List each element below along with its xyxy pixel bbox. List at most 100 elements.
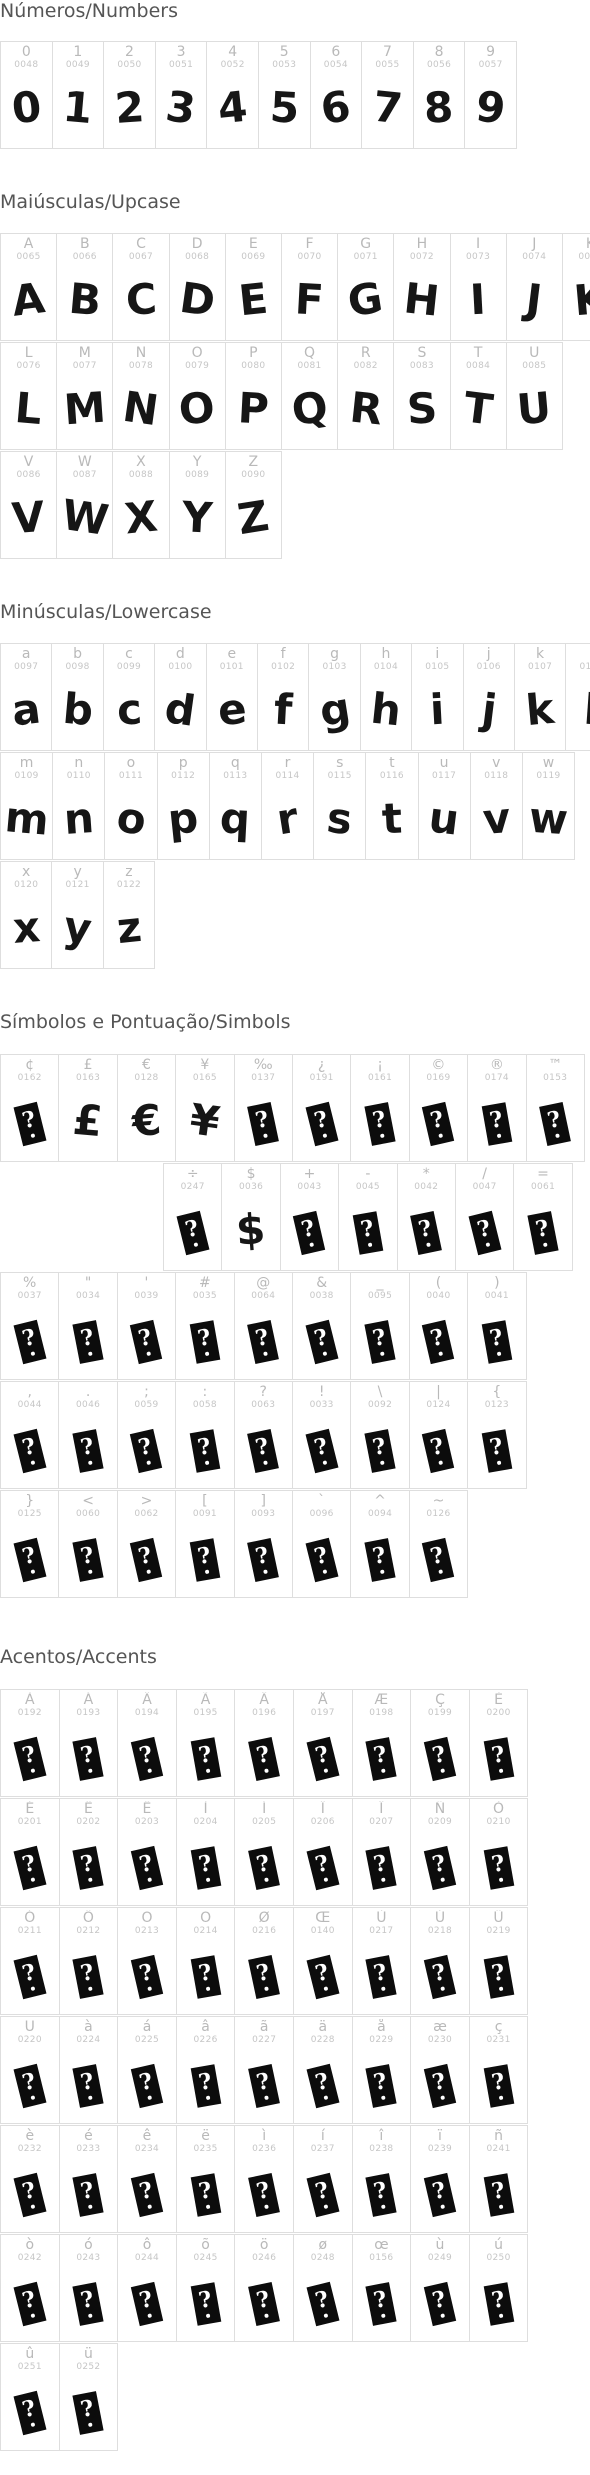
glyph-preview: Y — [170, 480, 225, 556]
rotated-black-card-question-mark-icon — [190, 1846, 221, 1890]
rotated-black-card-question-mark-icon — [364, 1429, 396, 1473]
rotated-black-card-question-mark-icon — [306, 1845, 340, 1891]
character-label: ¢ — [25, 1057, 35, 1073]
glyph-cell: ê 0234 — [117, 2125, 177, 2233]
character-code: 0061 — [530, 1182, 556, 1192]
glyph-cell: z 0122 z — [102, 861, 156, 969]
glyph-sample: j — [478, 684, 499, 735]
character-label: { — [492, 1384, 502, 1400]
character-label: m — [19, 755, 34, 771]
character-code: 0118 — [484, 771, 509, 781]
rotated-black-card-question-mark-icon — [72, 2064, 104, 2108]
glyph-cell: 3 0051 3 — [154, 41, 208, 149]
glyph-preview — [60, 2045, 118, 2121]
rotated-black-card-question-mark-icon — [365, 1955, 397, 1999]
rotated-black-card-question-mark-icon — [72, 1538, 104, 1582]
rotated-black-card-question-mark-icon — [365, 2064, 397, 2108]
character-label: Û — [493, 1910, 504, 1926]
character-code: 0073 — [466, 252, 491, 262]
glyph-cell: \ 0092 — [350, 1381, 410, 1489]
character-label: - — [365, 1166, 371, 1182]
rotated-black-card-question-mark-icon — [72, 1429, 104, 1473]
rotated-black-card-question-mark-icon — [422, 1101, 455, 1147]
glyph-preview — [1, 1519, 58, 1595]
glyph-preview — [411, 1827, 469, 1903]
glyph-preview — [353, 1936, 411, 2012]
glyph-sample: 7 — [370, 81, 405, 134]
character-code: 0217 — [369, 1926, 394, 1936]
rotated-black-card-question-mark-icon — [527, 1211, 559, 1255]
glyph-cell: ) 0041 — [467, 1272, 527, 1380]
glyph-sample: $ — [234, 1204, 268, 1255]
glyph-preview: L — [1, 371, 56, 447]
character-label: Ö — [200, 1910, 212, 1926]
glyph-sample: J — [523, 274, 546, 325]
glyph-sample: z — [114, 901, 144, 954]
glyph-preview — [60, 1827, 118, 1903]
glyph-preview — [235, 1936, 293, 2012]
character-code: 0069 — [241, 252, 266, 262]
character-label: ¿ — [317, 1057, 326, 1073]
character-label: + — [303, 1166, 316, 1182]
rotated-black-card-question-mark-icon — [247, 1428, 280, 1474]
character-code: 0064 — [251, 1291, 276, 1301]
character-code: 0070 — [297, 252, 322, 262]
glyph-sample: Y — [180, 492, 214, 543]
glyph-cell: Ú 0218 — [410, 1907, 470, 2015]
character-code: 0214 — [193, 1926, 218, 1936]
glyph-cell: n 0110 n — [52, 752, 106, 860]
character-code: 0191 — [309, 1073, 334, 1083]
glyph-preview: m — [1, 781, 52, 857]
character-code: 0048 — [14, 60, 39, 70]
character-label: = — [537, 1166, 549, 1182]
glyph-cell: ø 0248 — [292, 2234, 353, 2342]
character-label: P — [249, 345, 258, 361]
rotated-black-card-question-mark-icon — [248, 2281, 281, 2327]
character-code: 0050 — [117, 60, 142, 70]
glyph-row: %0037"0034'0039#0035@0064&0038_0095(0040… — [0, 1272, 527, 1380]
rotated-black-card-question-mark-icon — [130, 2281, 164, 2327]
character-label: á — [142, 2019, 152, 2035]
glyph-cell: N 0078 N — [112, 342, 170, 450]
glyph-cell: Ø 0216 — [234, 1907, 294, 2015]
character-code: 0233 — [76, 2144, 101, 2154]
character-code: 0060 — [76, 1509, 101, 1519]
character-label: V — [23, 454, 34, 470]
character-label: * — [422, 1166, 430, 1182]
character-code: 0095 — [367, 1291, 393, 1301]
glyph-preview — [353, 2154, 411, 2230]
glyph-preview: q — [210, 781, 261, 857]
glyph-sample: I — [468, 274, 488, 325]
glyph-cell: È 0200 — [468, 1689, 529, 1797]
glyph-preview: 9 — [465, 70, 516, 146]
character-label: ó — [84, 2237, 93, 2253]
glyph-cell: h 0104 h — [359, 643, 413, 751]
glyph-preview — [1, 2154, 59, 2230]
character-code: 0043 — [297, 1182, 322, 1192]
glyph-sample: A — [9, 273, 48, 326]
glyph-preview: r — [262, 781, 313, 857]
glyph-preview — [470, 1936, 528, 2012]
character-code: 0226 — [193, 2035, 218, 2045]
rotated-black-card-question-mark-icon — [13, 1101, 47, 1147]
glyph-preview: E — [226, 262, 281, 338]
character-code: 0205 — [252, 1817, 277, 1827]
glyph-preview — [527, 1083, 584, 1159]
character-code: 0117 — [432, 771, 457, 781]
character-code: 0140 — [310, 1926, 335, 1936]
glyph-sample: M — [62, 382, 108, 435]
character-label: b — [73, 646, 83, 662]
character-code: 0042 — [414, 1182, 439, 1192]
rotated-black-card-question-mark-icon — [305, 1101, 339, 1147]
character-label: 3 — [176, 44, 186, 60]
glyph-preview — [411, 1718, 469, 1794]
character-label: [ — [202, 1493, 208, 1509]
rotated-black-card-question-mark-icon — [247, 1537, 280, 1583]
character-label: Ì — [203, 1801, 208, 1817]
rotated-black-card-question-mark-icon — [176, 1210, 210, 1256]
glyph-preview — [468, 1083, 525, 1159]
character-code: 0211 — [17, 1926, 42, 1936]
glyph-cell: 7 0055 7 — [361, 41, 414, 149]
character-code: 0091 — [192, 1509, 217, 1519]
character-code: 0094 — [367, 1509, 393, 1519]
